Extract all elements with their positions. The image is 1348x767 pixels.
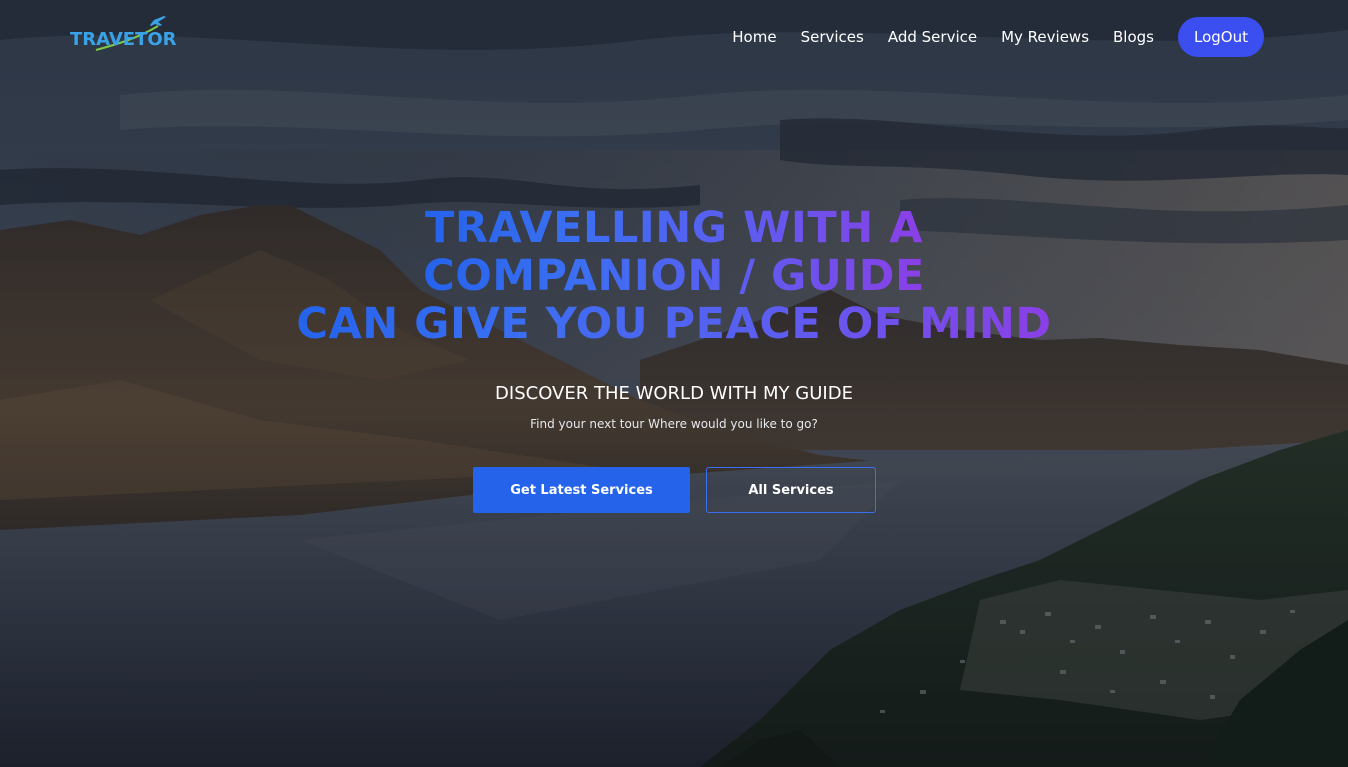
navbar: TRAVETOR Home Services Add Service My Re… [0,0,1348,76]
travetor-logo[interactable]: TRAVETOR [68,14,192,56]
logout-button[interactable]: LogOut [1178,17,1264,57]
nav-blogs-link[interactable]: Blogs [1113,28,1154,46]
hero-subtitle: DISCOVER THE WORLD WITH MY GUIDE [495,383,853,404]
nav-my-reviews-link[interactable]: My Reviews [1001,28,1089,46]
headline-line-2: COMPANION / GUIDE [423,251,925,301]
headline-line-3: CAN GIVE YOU PEACE OF MIND [296,299,1052,349]
hero-section: TRAVETOR Home Services Add Service My Re… [0,0,1348,767]
nav-add-service-link[interactable]: Add Service [888,28,977,46]
svg-text:TRAVETOR: TRAVETOR [70,29,177,50]
nav-home-link[interactable]: Home [732,28,776,46]
hero-tagline: Find your next tour Where would you like… [530,417,818,431]
nav-services-link[interactable]: Services [801,28,864,46]
headline-line-1: TRAVELLING WITH A [424,203,923,253]
hero-headline: TRAVELLING WITH A COMPANION / GUIDE CAN … [0,204,1348,348]
nav-links: Home Services Add Service My Reviews Blo… [732,17,1264,57]
airplane-icon [150,16,166,26]
all-services-button[interactable]: All Services [706,467,876,513]
get-latest-services-button[interactable]: Get Latest Services [473,467,690,513]
